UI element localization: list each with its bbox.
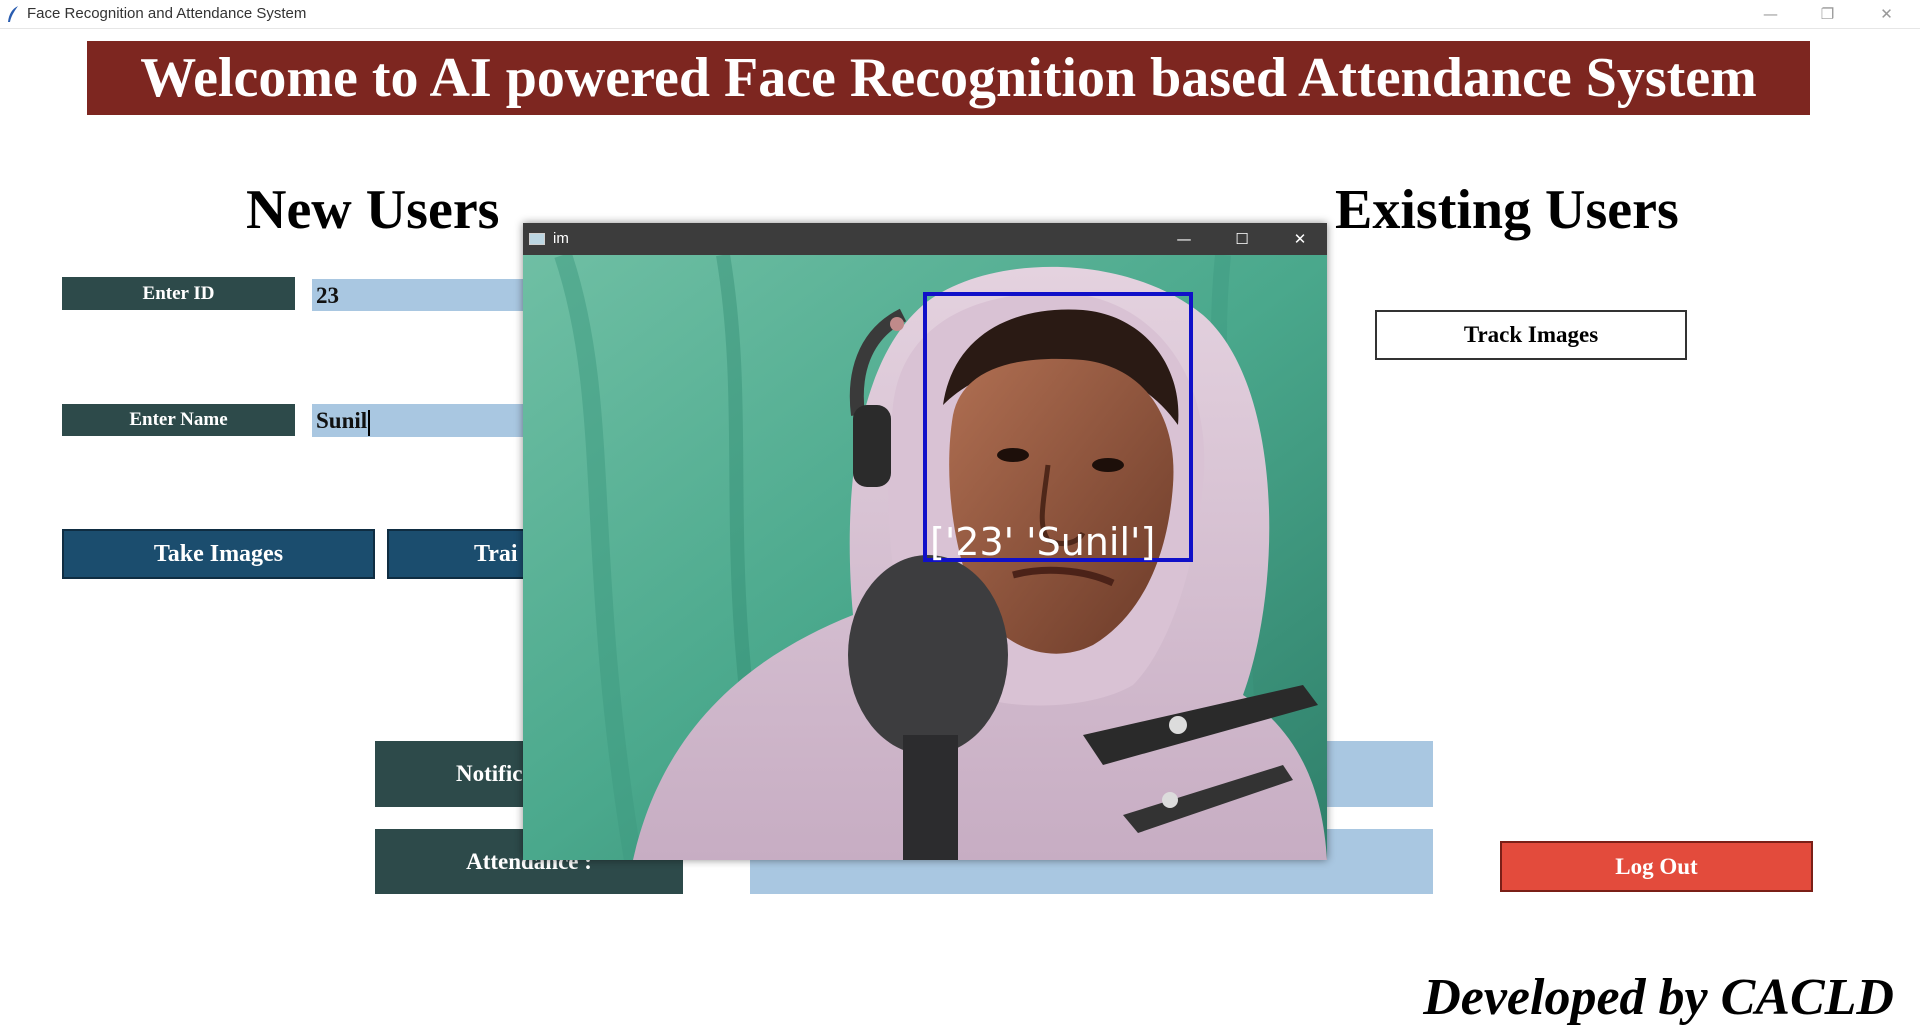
- feather-icon: [8, 6, 18, 22]
- name-input-value: Sunil: [316, 408, 368, 433]
- window-titlebar: Face Recognition and Attendance System —…: [0, 0, 1920, 29]
- name-input[interactable]: Sunil: [312, 404, 532, 437]
- restore-button[interactable]: ❐: [1799, 0, 1856, 28]
- camera-window-titlebar[interactable]: im — ☐ ✕: [523, 223, 1327, 255]
- existing-users-title: Existing Users: [1335, 179, 1679, 241]
- camera-maximize-button[interactable]: ☐: [1213, 223, 1271, 255]
- camera-preview-window[interactable]: im — ☐ ✕ ['23' 'Sunil']: [523, 223, 1327, 860]
- text-caret: [368, 409, 371, 436]
- enter-id-label: Enter ID: [62, 277, 295, 310]
- headphone-cup: [853, 405, 891, 487]
- headphone-dot: [890, 317, 904, 331]
- welcome-banner: Welcome to AI powered Face Recognition b…: [87, 41, 1810, 115]
- microphone-stand: [903, 735, 958, 860]
- id-input-value: 23: [316, 283, 339, 308]
- boom-knob: [1162, 792, 1178, 808]
- id-input[interactable]: 23: [312, 279, 532, 311]
- train-images-button[interactable]: Trai: [387, 529, 537, 579]
- window-app-icon: [529, 233, 545, 245]
- camera-minimize-button[interactable]: —: [1155, 223, 1213, 255]
- take-images-button[interactable]: Take Images: [62, 529, 375, 579]
- camera-feed: ['23' 'Sunil']: [523, 255, 1327, 860]
- eye-left: [997, 448, 1029, 462]
- boom-knob: [1169, 716, 1187, 734]
- track-images-button[interactable]: Track Images: [1375, 310, 1687, 360]
- camera-close-button[interactable]: ✕: [1271, 223, 1329, 255]
- logout-button[interactable]: Log Out: [1500, 841, 1813, 892]
- eye-right: [1092, 458, 1124, 472]
- face-label-text: ['23' 'Sunil']: [930, 520, 1155, 564]
- minimize-button[interactable]: —: [1742, 0, 1799, 28]
- new-users-title: New Users: [246, 179, 500, 241]
- close-button[interactable]: ✕: [1858, 0, 1915, 28]
- window-title: Face Recognition and Attendance System: [27, 5, 307, 22]
- camera-window-title: im: [553, 230, 569, 247]
- enter-name-label: Enter Name: [62, 404, 295, 436]
- developer-credit: Developed by CACLD: [1423, 969, 1894, 1026]
- microphone: [848, 555, 1008, 755]
